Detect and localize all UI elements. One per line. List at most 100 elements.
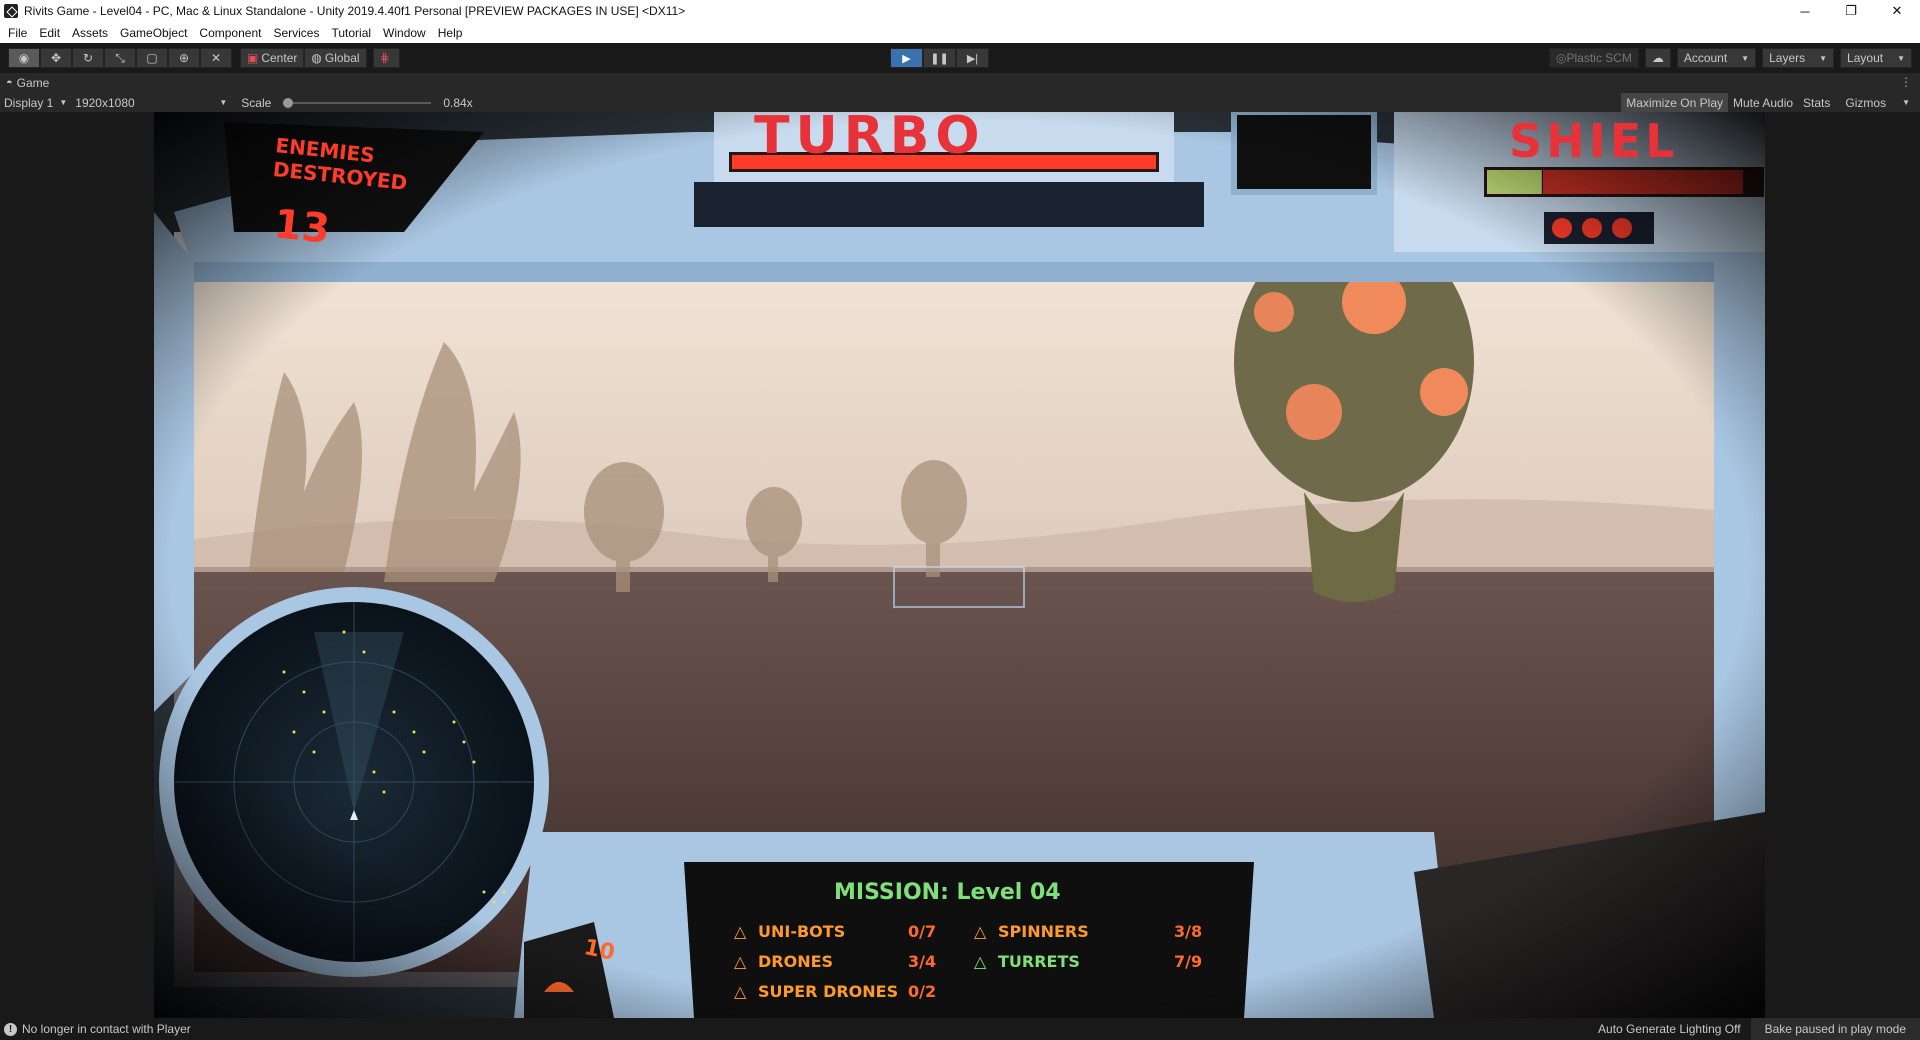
rotate-tool-button[interactable]: ↻ bbox=[72, 48, 104, 68]
plastic-scm-button[interactable]: ◎ Plastic SCM bbox=[1548, 48, 1639, 68]
eye-icon: ◉ bbox=[18, 51, 30, 65]
play-button[interactable]: ▶ bbox=[890, 48, 923, 68]
objective-value: 7/9 bbox=[1174, 952, 1203, 971]
account-label: Account bbox=[1683, 51, 1728, 65]
layers-dropdown[interactable]: Layers ▼ bbox=[1762, 48, 1835, 68]
menu-bar: File Edit Assets GameObject Component Se… bbox=[0, 22, 1920, 43]
game-view-toolbar: Display 1 ▼ 1920x1080 ▼ Scale 0.84x Maximi… bbox=[0, 93, 1920, 112]
mission-title: MISSION: Level 04 bbox=[834, 880, 1061, 905]
scale-slider[interactable] bbox=[283, 97, 432, 108]
menu-services[interactable]: Services bbox=[273, 26, 319, 40]
chevron-down-icon: ▼ bbox=[1741, 53, 1750, 63]
move-tool-button[interactable]: ✥ bbox=[40, 48, 72, 68]
layout-label: Layout bbox=[1847, 51, 1884, 65]
pause-icon: ❚❚ bbox=[930, 52, 949, 65]
warning-triangle-icon: △ bbox=[974, 922, 987, 941]
gizmos-label: Gizmos bbox=[1845, 95, 1887, 110]
pivot-center-button[interactable]: ▣ Center bbox=[240, 48, 305, 68]
minimize-button[interactable]: ─ bbox=[1782, 0, 1828, 22]
pivot-global-button[interactable]: ◍ Global bbox=[304, 48, 367, 68]
globe-icon: ◍ bbox=[311, 51, 322, 65]
scale-tool-button[interactable]: ⤡ bbox=[104, 48, 136, 68]
move-icon: ✥ bbox=[50, 51, 62, 65]
unity-logo-icon bbox=[4, 4, 18, 18]
bake-status: Bake paused in play mode bbox=[1750, 1018, 1920, 1040]
gizmos-dropdown[interactable]: Gizmos ▼ bbox=[1835, 93, 1920, 112]
warning-triangle-icon: △ bbox=[734, 982, 747, 1001]
tab-game[interactable]: Game bbox=[17, 76, 50, 90]
menu-component[interactable]: Component bbox=[199, 26, 261, 40]
objective-value: 0/7 bbox=[908, 922, 937, 941]
shield-label: SHIEL bbox=[1509, 114, 1679, 168]
resolution-dropdown[interactable]: 1920x1080 ▼ bbox=[71, 96, 231, 110]
step-icon: ▶| bbox=[966, 52, 979, 65]
layers-label: Layers bbox=[1769, 51, 1806, 65]
transform-tool-button[interactable]: ⊕ bbox=[168, 48, 200, 68]
display-dropdown[interactable]: Display 1 ▼ bbox=[0, 96, 71, 110]
menu-edit[interactable]: Edit bbox=[39, 26, 60, 40]
grid-snap-icon: ⋕ bbox=[379, 51, 390, 65]
rotate-icon: ↻ bbox=[82, 51, 94, 65]
mute-audio-toggle[interactable]: Mute Audio bbox=[1728, 93, 1798, 112]
lighting-status: Auto Generate Lighting Off bbox=[1598, 1022, 1741, 1036]
menu-assets[interactable]: Assets bbox=[72, 26, 108, 40]
status-message[interactable]: No longer in contact with Player bbox=[22, 1022, 191, 1036]
menu-tutorial[interactable]: Tutorial bbox=[331, 26, 371, 40]
chevron-down-icon: ▼ bbox=[1897, 53, 1905, 63]
objective-name: TURRETS bbox=[998, 952, 1080, 971]
objective-value: 0/2 bbox=[908, 982, 937, 1001]
objectives-right: △ SPINNERS 3/8 △ TURRETS 7/9 bbox=[974, 917, 1202, 977]
pause-button[interactable]: ❚❚ bbox=[923, 48, 956, 68]
scale-value: 0.84x bbox=[443, 95, 473, 110]
space-label: Global bbox=[324, 51, 360, 65]
objective-name: SUPER DRONES bbox=[758, 982, 899, 1001]
main-toolbar: ◉ ✥ ↻ ⤡ ▢ ⊕ ✕ ▣ Center ◍ Global ⋕ ▶ ❚❚ ▶| … bbox=[0, 43, 1920, 73]
game-viewport[interactable]: ENEMIES DESTROYED 13 TURBO SHIEL 10 MISS… bbox=[154, 112, 1765, 1018]
objective-value: 3/8 bbox=[1174, 922, 1203, 941]
game-tab-bar: ◓ Game ⋮ bbox=[0, 73, 1920, 93]
rect-icon: ▢ bbox=[146, 51, 158, 65]
scale-icon: ⤡ bbox=[115, 50, 125, 65]
menu-file[interactable]: File bbox=[8, 26, 27, 40]
cloud-button[interactable]: ☁ bbox=[1644, 48, 1671, 68]
rect-tool-button[interactable]: ▢ bbox=[136, 48, 168, 68]
title-bar: Rivits Game - Level04 - PC, Mac & Linux … bbox=[0, 0, 1920, 22]
gamepad-icon: ◓ bbox=[6, 77, 13, 89]
restore-button[interactable]: ❐ bbox=[1828, 0, 1874, 22]
scale-label: Scale bbox=[241, 95, 272, 110]
menu-window[interactable]: Window bbox=[383, 26, 426, 40]
chevron-down-icon: ▼ bbox=[1902, 98, 1910, 107]
stats-toggle[interactable]: Stats bbox=[1798, 93, 1835, 112]
warning-triangle-icon: △ bbox=[734, 922, 747, 941]
objective-name: SPINNERS bbox=[998, 922, 1089, 941]
account-dropdown[interactable]: Account ▼ bbox=[1676, 48, 1757, 68]
objective-name: UNI-BOTS bbox=[758, 922, 846, 941]
plastic-icon: ◎ bbox=[1555, 51, 1567, 65]
step-button[interactable]: ▶| bbox=[956, 48, 989, 68]
status-bar: ! No longer in contact with Player Auto … bbox=[0, 1018, 1920, 1040]
chevron-down-icon: ▼ bbox=[1819, 53, 1828, 63]
menu-help[interactable]: Help bbox=[438, 26, 463, 40]
info-icon: ! bbox=[4, 1022, 17, 1036]
play-icon: ▶ bbox=[902, 52, 911, 65]
kebab-menu-icon[interactable]: ⋮ bbox=[1900, 75, 1912, 89]
menu-gameobject[interactable]: GameObject bbox=[120, 26, 187, 40]
objectives-left: △ UNI-BOTS 0/7 △ DRONES 3/4 △ SUPER DRONES 0/2 bbox=[734, 917, 936, 1007]
objective-name: DRONES bbox=[758, 952, 834, 971]
close-button[interactable]: ✕ bbox=[1874, 0, 1920, 22]
objective-value: 3/4 bbox=[908, 952, 937, 971]
resolution-label: 1920x1080 bbox=[75, 95, 135, 110]
transform-icon: ⊕ bbox=[178, 51, 190, 65]
layout-dropdown[interactable]: Layout ▼ bbox=[1840, 48, 1912, 68]
chevron-down-icon: ▼ bbox=[59, 98, 68, 107]
pivot-label: Center bbox=[261, 51, 298, 65]
scale-slider-handle[interactable] bbox=[283, 97, 294, 108]
turbo-label: TURBO bbox=[754, 112, 986, 166]
view-tool-button[interactable]: ◉ bbox=[8, 48, 40, 68]
cloud-icon: ☁ bbox=[1651, 51, 1664, 65]
custom-tool-button[interactable]: ✕ bbox=[200, 48, 232, 68]
window-title: Rivits Game - Level04 - PC, Mac & Linux … bbox=[24, 4, 686, 18]
snap-button[interactable]: ⋕ bbox=[372, 48, 400, 68]
display-label: Display 1 bbox=[4, 95, 54, 110]
maximize-on-play-toggle[interactable]: Maximize On Play bbox=[1621, 93, 1728, 112]
